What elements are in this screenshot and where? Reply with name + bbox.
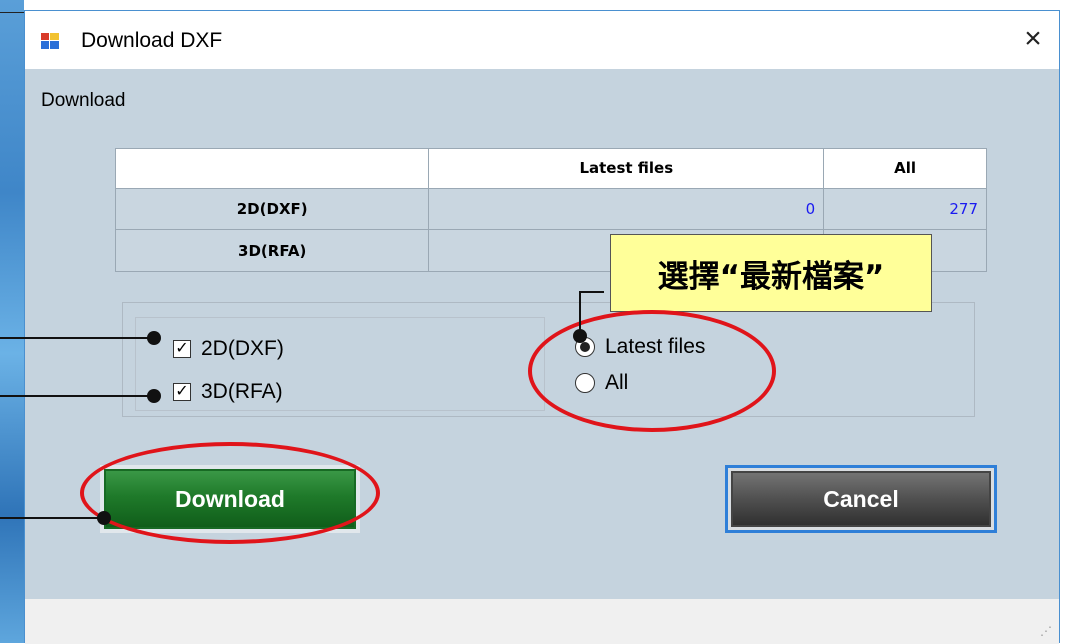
annotation-leader-lines	[0, 291, 604, 525]
leader-dot	[147, 331, 161, 345]
leader-dot	[147, 389, 161, 403]
leader-dot	[573, 329, 587, 343]
leader-line-callout	[579, 291, 604, 336]
leader-dot	[97, 511, 111, 525]
